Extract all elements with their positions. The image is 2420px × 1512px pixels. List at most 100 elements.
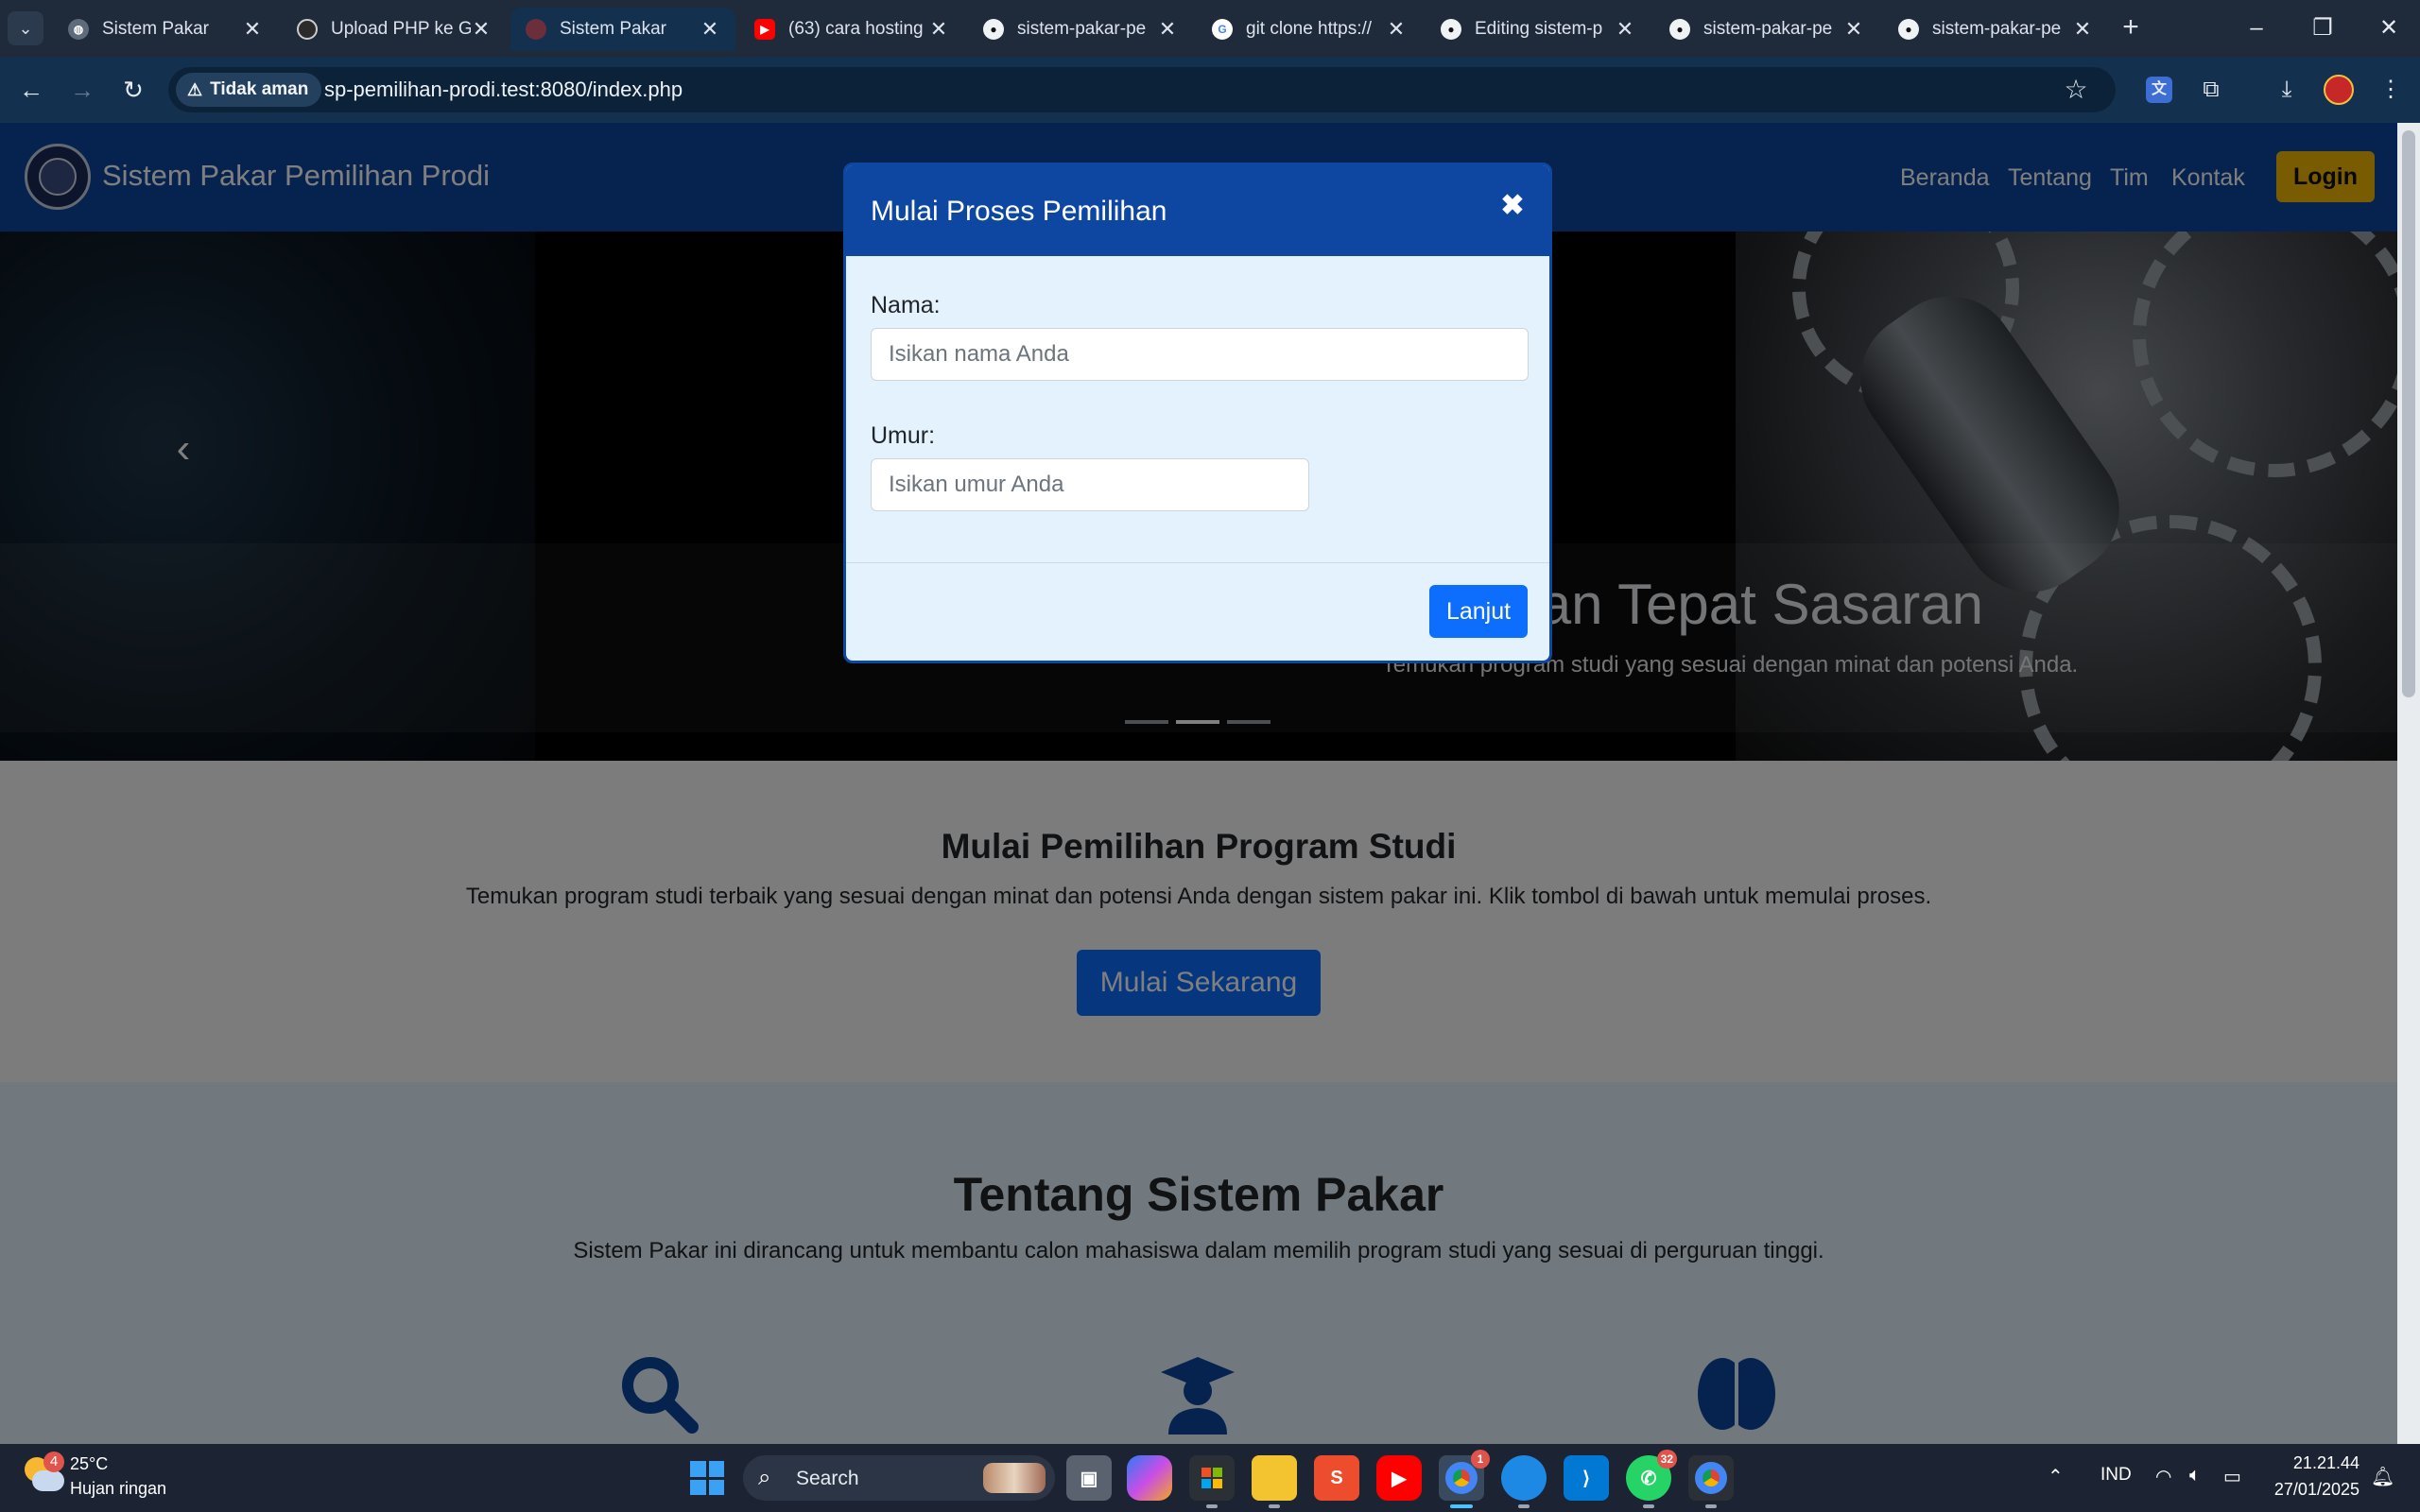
browser-tab-3[interactable]: Sistem Pakar ✕: [510, 8, 735, 51]
tab-title: Editing sistem-p: [1475, 19, 1603, 39]
web-page: Sistem Pakar Pemilihan Prodi Beranda Ten…: [0, 123, 2397, 1444]
minimize-button[interactable]: –: [2223, 9, 2290, 47]
browser-tab-8[interactable]: ● sistem-pakar-pe ✕: [1654, 8, 1879, 51]
security-indicator[interactable]: ⚠ Tidak aman: [176, 73, 322, 107]
weather-badge: 4: [43, 1452, 64, 1472]
tab-title: sistem-pakar-pe: [1703, 19, 1833, 39]
page-scrollbar[interactable]: [2397, 123, 2420, 1444]
weather-description[interactable]: Hujan ringan: [70, 1479, 166, 1499]
close-icon[interactable]: ✖: [1496, 190, 1529, 222]
bookmark-star-icon[interactable]: ☆: [2059, 73, 2093, 107]
close-icon[interactable]: ✕: [1157, 17, 1178, 42]
browser-toolbar: ← → ↻ ⚠ Tidak aman sp-pemilihan-prodi.te…: [0, 57, 2420, 123]
youtube-icon[interactable]: ▶: [1376, 1455, 1422, 1501]
clock-time[interactable]: 21.21.44: [2269, 1453, 2360, 1473]
tab-title: sistem-pakar-pe: [1017, 19, 1147, 39]
taskbar-search[interactable]: ⌕ Search: [743, 1455, 1055, 1501]
name-input[interactable]: [871, 328, 1529, 381]
vscode-icon[interactable]: ⟩: [1564, 1455, 1609, 1501]
tab-title: Upload PHP ke G: [331, 19, 471, 39]
forward-button[interactable]: →: [62, 70, 102, 110]
selection-modal: Mulai Proses Pemilihan ✖ Nama: Umur: Lan…: [843, 163, 1552, 663]
site-icon: [526, 19, 546, 40]
copilot-icon[interactable]: [1127, 1455, 1172, 1501]
language-indicator[interactable]: IND: [2100, 1465, 2132, 1486]
github-icon: ●: [983, 19, 1004, 40]
chrome-profile-icon[interactable]: [1688, 1455, 1734, 1508]
chrome-icon[interactable]: 1: [1439, 1450, 1490, 1508]
close-icon[interactable]: ✕: [700, 17, 720, 42]
browser-tab-4[interactable]: ▶ (63) cara hosting ✕: [739, 8, 964, 51]
browser-tab-2[interactable]: Upload PHP ke G ✕: [282, 8, 507, 51]
browser-tab-strip: ⌄ ◍ Sistem Pakar ✕ Upload PHP ke G ✕ Sis…: [0, 0, 2420, 57]
age-label: Umur:: [871, 422, 936, 449]
close-icon[interactable]: ✕: [1615, 17, 1635, 42]
task-view-icon[interactable]: ▣: [1066, 1455, 1112, 1501]
browser-tab-6[interactable]: G git clone https:// ✕: [1197, 8, 1422, 51]
close-icon[interactable]: ✕: [242, 17, 263, 42]
continue-button[interactable]: Lanjut: [1429, 585, 1528, 638]
edge-icon[interactable]: [1501, 1455, 1547, 1508]
volume-icon[interactable]: 🔈︎: [2189, 1465, 2201, 1486]
shopee-icon[interactable]: S: [1314, 1455, 1359, 1501]
battery-icon[interactable]: ▭: [2223, 1465, 2241, 1488]
close-icon[interactable]: ✕: [928, 17, 949, 42]
youtube-icon: ▶: [754, 19, 775, 40]
globe-icon: ◍: [68, 19, 89, 40]
scroll-thumb[interactable]: [2402, 130, 2415, 697]
address-bar[interactable]: ⚠ Tidak aman sp-pemilihan-prodi.test:808…: [168, 67, 2116, 112]
chatgpt-icon: [297, 19, 318, 40]
tab-title: Sistem Pakar: [560, 19, 666, 39]
search-highlight-image: [983, 1463, 1046, 1493]
notification-bell-icon[interactable]: 🔔︎: [2371, 1465, 2394, 1488]
clock-date[interactable]: 27/01/2025: [2259, 1480, 2360, 1500]
name-label: Nama:: [871, 292, 941, 318]
taskbar-search-label: Search: [796, 1468, 859, 1489]
close-window-button[interactable]: ✕: [2356, 9, 2420, 47]
menu-kebab-icon[interactable]: ⋮: [2371, 70, 2411, 110]
new-tab-button[interactable]: +: [2114, 11, 2148, 45]
back-button[interactable]: ←: [11, 70, 51, 110]
browser-tab-1[interactable]: ◍ Sistem Pakar ✕: [53, 8, 278, 51]
wifi-icon[interactable]: ◠: [2155, 1465, 2171, 1488]
chevron-up-icon[interactable]: ⌃: [2048, 1465, 2064, 1488]
chrome-badge: 1: [1471, 1450, 1490, 1469]
browser-tab-5[interactable]: ● sistem-pakar-pe ✕: [968, 8, 1193, 51]
github-icon: ●: [1898, 19, 1919, 40]
profile-avatar[interactable]: [2324, 75, 2354, 105]
tab-title: git clone https://: [1246, 19, 1373, 39]
modal-divider: [846, 562, 1549, 563]
github-icon: ●: [1669, 19, 1690, 40]
google-icon: G: [1212, 19, 1233, 40]
warning-icon: ⚠: [187, 79, 203, 99]
modal-header: Mulai Proses Pemilihan ✖: [846, 165, 1549, 256]
close-icon[interactable]: ✕: [1386, 17, 1407, 42]
whatsapp-badge: 32: [1656, 1450, 1677, 1469]
translate-icon[interactable]: 文: [2146, 77, 2172, 103]
close-icon[interactable]: ✕: [1843, 17, 1864, 42]
restore-button[interactable]: ❐: [2290, 9, 2356, 47]
search-icon: ⌕: [758, 1465, 771, 1490]
tab-title: Sistem Pakar: [102, 19, 209, 39]
browser-tab-7[interactable]: ● Editing sistem-p ✕: [1426, 8, 1651, 51]
close-icon[interactable]: ✕: [2072, 17, 2093, 42]
url-text[interactable]: sp-pemilihan-prodi.test:8080/index.php: [324, 67, 683, 112]
tab-title: sistem-pakar-pe: [1932, 19, 2062, 39]
age-input[interactable]: [871, 458, 1309, 511]
taskbar: 4 25°C Hujan ringan ⌕ Search ▣ S ▶ 1 ⟩ ✆…: [0, 1444, 2420, 1512]
reload-button[interactable]: ↻: [113, 70, 153, 110]
github-icon: ●: [1441, 19, 1461, 40]
download-icon[interactable]: ⤓: [2267, 70, 2307, 110]
tab-search-button[interactable]: ⌄: [8, 11, 43, 45]
extensions-icon[interactable]: ⧉: [2191, 70, 2231, 110]
security-label: Tidak aman: [210, 79, 309, 99]
windows-start-icon[interactable]: [690, 1461, 724, 1495]
modal-title: Mulai Proses Pemilihan: [871, 196, 1167, 227]
whatsapp-icon[interactable]: ✆ 32: [1626, 1450, 1677, 1508]
file-explorer-icon[interactable]: [1252, 1455, 1297, 1508]
weather-temperature[interactable]: 25°C: [70, 1454, 108, 1474]
close-icon[interactable]: ✕: [471, 17, 492, 42]
browser-tab-9[interactable]: ● sistem-pakar-pe ✕: [1883, 8, 2108, 51]
tab-title: (63) cara hosting: [788, 19, 924, 39]
store-icon[interactable]: [1189, 1455, 1235, 1508]
